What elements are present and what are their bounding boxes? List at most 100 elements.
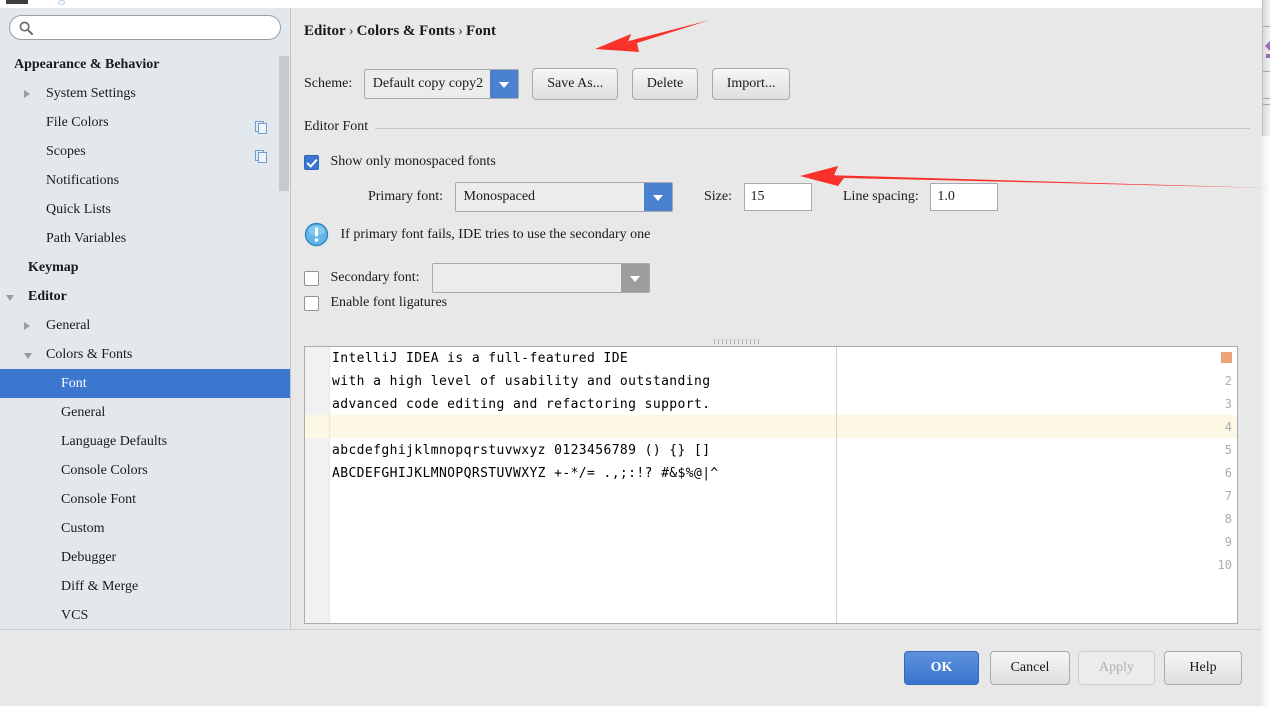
sidebar-item-path-variables[interactable]: Path Variables: [0, 224, 290, 253]
import-button[interactable]: Import...: [711, 68, 791, 100]
sidebar-item-file-colors[interactable]: File Colors: [0, 108, 290, 137]
primary-font-combobox[interactable]: Monospaced: [454, 182, 673, 212]
editor-font-group-title: Editor Font: [304, 119, 376, 135]
sidebar-item-font[interactable]: Font: [0, 369, 290, 398]
line-spacing-input[interactable]: 1.0: [930, 183, 999, 211]
secondary-font-combobox[interactable]: [432, 263, 651, 293]
show-monospaced-row[interactable]: Show only monospaced fonts: [304, 154, 496, 170]
chevron-down-icon[interactable]: [489, 70, 518, 98]
sidebar-item-custom[interactable]: Custom: [0, 514, 290, 543]
preview-line: advanced code editing and refactoring su…: [332, 397, 711, 412]
font-ligatures-label: Enable font ligatures: [330, 295, 448, 310]
preview-right-margin-guide: [836, 347, 837, 623]
ok-button[interactable]: OK: [904, 651, 979, 685]
sidebar-scrollbar-thumb[interactable]: [279, 56, 289, 191]
chevron-down-icon[interactable]: [621, 264, 650, 292]
sidebar-item-label: System Settings: [46, 86, 136, 101]
copy-settings-icon[interactable]: [255, 116, 268, 134]
sidebar-item-label: General: [61, 405, 106, 420]
sidebar-item-label: Scopes: [46, 144, 86, 159]
search-box[interactable]: [9, 15, 281, 40]
secondary-font-value: [441, 264, 619, 292]
scheme-row: Scheme: Default copy copy2 Save As... De…: [304, 68, 791, 102]
background-dot-stub: [58, 0, 65, 5]
sidebar-item-system-settings[interactable]: System Settings: [0, 79, 290, 108]
secondary-font-hint-text: If primary font fails, IDE tries to use …: [340, 226, 651, 242]
sidebar-item-label: Notifications: [46, 173, 120, 188]
breadcrumb-part-font: Font: [466, 23, 496, 39]
scheme-combobox[interactable]: Default copy copy2: [363, 69, 519, 99]
chevron-right-icon[interactable]: [24, 90, 30, 98]
sidebar-item-label: Colors & Fonts: [46, 347, 133, 362]
preview-line-number: 2: [1224, 374, 1232, 388]
sidebar-item-colors-fonts[interactable]: Colors & Fonts: [0, 340, 290, 369]
sidebar-item-scopes[interactable]: Scopes: [0, 137, 290, 166]
show-monospaced-checkbox[interactable]: [304, 154, 319, 170]
preview-code-area[interactable]: IntelliJ IDEA is a full-featured IDE with…: [330, 347, 1237, 623]
font-ligatures-checkbox[interactable]: [304, 295, 319, 311]
sidebar-item-diff-merge[interactable]: Diff & Merge: [0, 572, 290, 601]
preview-line-number: 6: [1224, 466, 1232, 480]
preview-error-stripe-marker[interactable]: [1221, 352, 1232, 363]
show-monospaced-label: Show only monospaced fonts: [330, 154, 496, 169]
sidebar-item-debugger[interactable]: Debugger: [0, 543, 290, 572]
secondary-font-row[interactable]: Secondary font:: [304, 263, 651, 293]
apply-button[interactable]: Apply: [1078, 651, 1155, 685]
chevron-down-icon[interactable]: [643, 183, 672, 211]
size-input[interactable]: 15: [743, 183, 812, 211]
sidebar-item-quick-lists[interactable]: Quick Lists: [0, 195, 290, 224]
right-edge-lower-blank: [1261, 136, 1270, 706]
sidebar-item-keymap[interactable]: Keymap: [0, 253, 290, 282]
sidebar-item-general[interactable]: General: [0, 398, 290, 427]
cancel-button[interactable]: Cancel: [990, 651, 1070, 685]
breadcrumb-part-editor: Editor: [304, 23, 346, 39]
secondary-font-checkbox[interactable]: [304, 270, 319, 286]
preview-caret-line-highlight: [330, 415, 1237, 438]
splitter-grip-icon: [714, 339, 760, 344]
sidebar-item-general[interactable]: General: [0, 311, 290, 340]
preview-line-number: 5: [1224, 443, 1232, 457]
sidebar-item-label: Custom: [61, 521, 105, 536]
sidebar-item-appearance-behavior[interactable]: Appearance & Behavior: [0, 50, 290, 79]
primary-font-value: Monospaced: [463, 189, 536, 204]
help-button[interactable]: Help: [1164, 651, 1242, 685]
sidebar-item-label: Console Colors: [61, 463, 148, 478]
strip-divider-4: [1263, 104, 1270, 105]
preview-line-number: 3: [1224, 397, 1232, 411]
save-as-button[interactable]: Save As...: [532, 68, 619, 100]
sidebar-item-label: File Colors: [46, 115, 109, 130]
delete-button[interactable]: Delete: [631, 68, 699, 100]
breadcrumb-separator-1: ›: [348, 23, 354, 39]
font-ligatures-row[interactable]: Enable font ligatures: [304, 295, 447, 311]
sidebar-search-wrap: [0, 8, 290, 40]
copy-settings-icon[interactable]: [255, 145, 268, 163]
sidebar-item-notifications[interactable]: Notifications: [0, 166, 290, 195]
window-top-sliver: [0, 0, 1270, 8]
settings-sidebar: Appearance & Behavior System Settings File…: [0, 8, 291, 630]
preview-gutter: [305, 347, 330, 623]
settings-dialog: Appearance & Behavior System Settings File…: [0, 8, 1262, 706]
preview-splitter-handle[interactable]: [714, 339, 760, 344]
font-preview-pane[interactable]: IntelliJ IDEA is a full-featured IDE with…: [304, 346, 1238, 624]
sidebar-item-language-defaults[interactable]: Language Defaults: [0, 427, 290, 456]
sidebar-item-label: Console Font: [61, 492, 137, 507]
preview-line-number: 4: [1224, 420, 1232, 434]
strip-divider-2: [1263, 71, 1270, 72]
chevron-down-icon[interactable]: [6, 295, 14, 301]
breadcrumb: Editor › Colors & Fonts › Font: [304, 23, 496, 40]
sidebar-item-console-colors[interactable]: Console Colors: [0, 456, 290, 485]
search-input[interactable]: [38, 18, 272, 37]
size-label: Size:: [704, 189, 732, 204]
preview-line: with a high level of usability and outst…: [332, 374, 711, 389]
sidebar-item-label: Path Variables: [46, 231, 127, 246]
search-icon: [19, 21, 33, 35]
sidebar-item-label: Quick Lists: [46, 202, 111, 217]
purple-tool-icon[interactable]: [1263, 38, 1270, 60]
sidebar-item-console-font[interactable]: Console Font: [0, 485, 290, 514]
strip-divider-3: [1263, 98, 1270, 99]
sidebar-item-vcs[interactable]: VCS: [0, 601, 290, 630]
chevron-down-icon[interactable]: [24, 353, 32, 359]
sidebar-item-editor[interactable]: Editor: [0, 282, 290, 311]
chevron-right-icon[interactable]: [24, 322, 30, 330]
background-tab-stub: [6, 0, 28, 4]
